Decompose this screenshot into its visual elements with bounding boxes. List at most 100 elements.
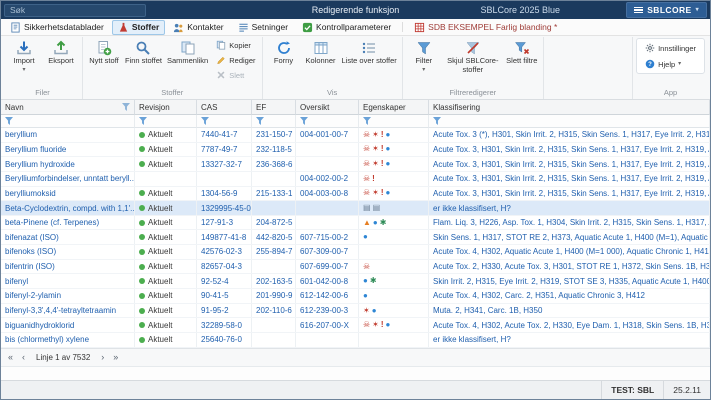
table-row[interactable]: Beryllium fluoride Aktuelt 7787-49-7 232-11… [1,142,710,158]
tab-stoffer[interactable]: Stoffer [111,19,166,35]
rediger-button[interactable]: Rediger [213,53,258,67]
filter-cell-cas[interactable] [197,115,252,128]
filter-cell-properties[interactable] [359,115,429,128]
column-header-ef[interactable]: EF [252,100,296,115]
innstillinger-button[interactable]: Innstillinger [642,41,699,55]
import-button[interactable]: Import ▾ [6,38,42,75]
tab-label: Kontrollparameterer [316,22,392,32]
filter-cell-revision[interactable] [135,115,197,128]
status-active-icon [139,292,145,299]
table-row[interactable]: Beta-Cyclodextrin, compd. with 1,1'... Ak… [1,201,710,216]
filter-cell-classification[interactable] [429,115,710,128]
table-row[interactable]: bifenyl Aktuelt 92-52-4 202-163-5 601-042-00… [1,274,710,290]
refresh-icon [276,40,292,56]
button-label: Nytt stoff [89,56,119,65]
pager-last-button[interactable]: » [110,352,121,362]
table-row[interactable]: bifenazat (ISO) Aktuelt 149877-41-8 442-820… [1,230,710,246]
nytt-stoff-button[interactable]: Nytt stoff [86,38,122,68]
cell-index: 612-239-00-3 [296,303,359,318]
filter-icon [433,117,441,125]
tab-setninger[interactable]: Setninger [232,20,294,35]
table-row[interactable]: Berylliumforbindelser, unntatt beryll...… [1,171,710,187]
table-row[interactable]: beta-Pinene (cf. Terpenes) Aktuelt 127-91-… [1,215,710,231]
filter-cell-ef[interactable] [252,115,296,128]
sentences-icon [238,22,249,33]
cell-ef: 255-894-7 [252,245,296,259]
table-row[interactable]: Beryllium hydroxide Aktuelt 13327-32-7 236-… [1,157,710,172]
tab-kontrollparameterer[interactable]: Kontrollparameterer [296,20,397,35]
table-row[interactable]: bis (chlormethyl) xylene Aktuelt 25640-76-… [1,332,710,348]
status-active-icon [139,248,145,255]
column-header-index[interactable]: Oversikt [296,100,359,115]
skjul-sblcore-stoffer-button[interactable]: Skjul SBLCore-stoffer [443,38,503,76]
liste-over-stoffer-button[interactable]: Liste over stoffer [340,38,399,68]
chevron-down-icon: ▾ [422,66,426,73]
pager-next-button[interactable]: › [97,352,108,362]
tab-kontakter[interactable]: Kontakter [167,20,229,35]
global-search-input[interactable] [4,3,146,17]
brand-menu-button[interactable]: SBLCORE ▾ [626,2,707,18]
cell-classification: Acute Tox. 3, H301, Skin Irrit. 2, H315,… [429,142,710,157]
cell-cas: 42576-02-3 [197,245,252,259]
cell-ef [252,259,296,274]
slett-button[interactable]: Slett [213,68,258,82]
cell-name: beta-Pinene (cf. Terpenes) [1,215,135,230]
cell-ef: 202-163-5 [252,274,296,289]
cell-ef [252,171,296,186]
filter-cell-index[interactable] [296,115,359,128]
cell-cas: 1304-56-9 [197,186,252,201]
delete-x-icon [216,70,226,80]
cell-index: 616-207-00-X [296,318,359,332]
hjelp-button[interactable]: ? Hjelp ▾ [642,57,699,71]
finn-stoffet-button[interactable]: Finn stoffet [123,38,164,68]
tab-sikkerhetsdatablader[interactable]: Sikkerhetsdatablader [4,20,110,35]
forny-button[interactable]: Forny [266,38,302,68]
cell-cas: 90-41-5 [197,289,252,303]
status-active-icon [139,278,145,285]
ghs-health-hazard-icon: ✶ [372,129,379,139]
button-label: Kolonner [305,56,336,65]
table-row[interactable]: bifenyl-2-ylamin Aktuelt 90-41-5 201-990-9 6… [1,289,710,304]
ghs-skull-icon: ☠ [363,159,371,169]
cell-classification: Acute Tox. 3, H301, Skin Irrit. 2, H315,… [429,157,710,171]
button-label: Innstillinger [658,43,696,53]
button-label: Rediger [229,55,256,65]
tab-sdb-eksempel[interactable]: SDB EKSEMPEL Farlig blanding * [408,20,563,35]
pager-prev-button[interactable]: ‹ [18,352,29,362]
tab-label: Sikkerhetsdatablader [24,22,104,32]
kopier-button[interactable]: Kopier [213,38,258,52]
column-header-properties[interactable]: Egenskaper [359,100,429,115]
eksport-button[interactable]: Eksport [43,38,79,68]
cell-cas: 7440-41-7 [197,128,252,142]
cell-properties: ▲ ● ✱ [359,215,429,230]
gear-icon [645,43,655,53]
ribbon-group-filer: Import ▾ Eksport Filer [3,37,83,99]
cell-revision: Aktuelt [135,215,197,230]
filter-button[interactable]: Filter ▾ [406,38,442,75]
column-header-cas[interactable]: CAS [197,100,252,115]
table-row[interactable]: bifenyl-3,3',4,4'-tetrayltetraamin Aktuel… [1,303,710,319]
sammenlikn-button[interactable]: Sammenlikn [165,38,210,68]
svg-text:?: ? [648,62,652,68]
column-header-revision[interactable]: Revisjon [135,100,197,115]
table-row[interactable]: biguanidhydroklorid Aktuelt 32289-58-0 616-… [1,318,710,333]
table-row[interactable]: bifenoks (ISO) Aktuelt 42576-02-3 255-894-7… [1,245,710,260]
button-label: Eksport [48,56,74,65]
table-row[interactable]: bifentrin (ISO) Aktuelt 82657-04-3 607-699-… [1,259,710,275]
cell-properties: ☠! [359,171,429,186]
column-header-classification[interactable]: Klassifisering [429,100,710,115]
kolonner-button[interactable]: Kolonner [303,38,339,68]
status-active-icon [139,307,145,314]
table-row[interactable]: beryllium Aktuelt 7440-41-7 231-150-7 004-00… [1,128,710,143]
cell-properties: ☠ ✶! ● [359,157,429,171]
titlebar: Redigerende funksjon SBLCore 2025 Blue S… [1,1,710,19]
column-header-label: Navn [5,102,24,112]
slett-filtre-button[interactable]: Slett filtre [504,38,540,68]
table-row[interactable]: berylliumoksid Aktuelt 1304-56-9 215-133-1 0… [1,186,710,202]
filter-icon [139,117,147,125]
filter-cell-name[interactable] [1,115,135,128]
column-header-name[interactable]: Navn [1,100,135,115]
sds-document-icon [414,22,425,33]
ribbon-group-label: Stoffer [161,88,184,97]
pager-first-button[interactable]: « [5,352,16,362]
